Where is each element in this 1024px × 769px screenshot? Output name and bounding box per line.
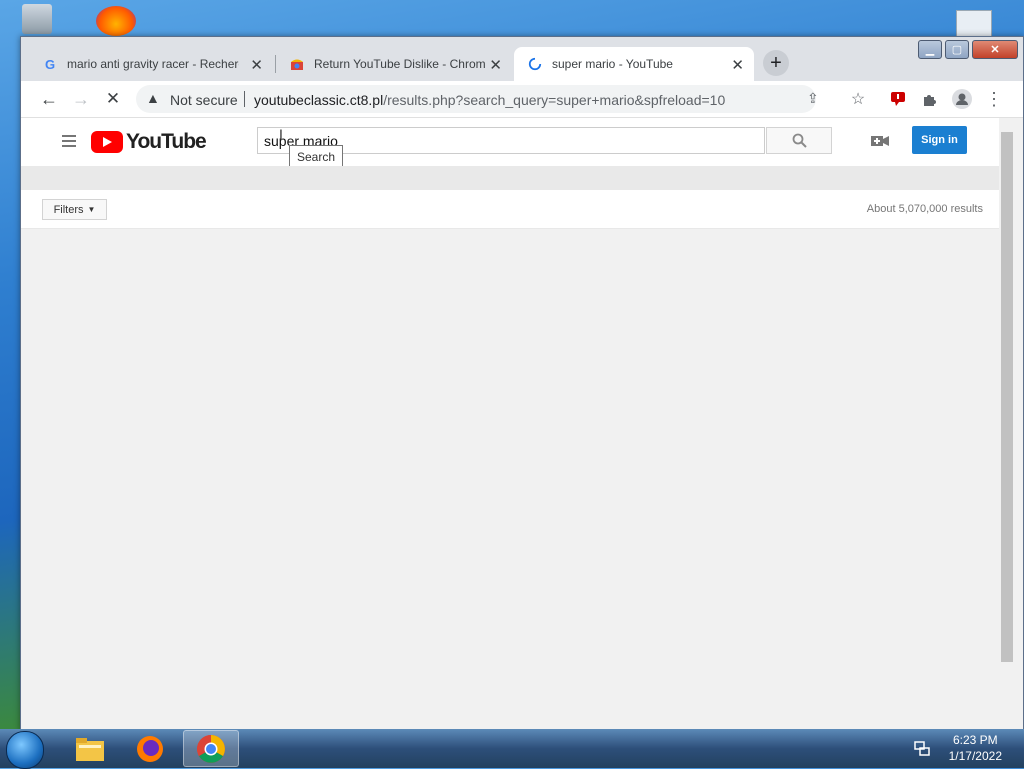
warning-icon[interactable]: ▲ bbox=[146, 90, 160, 106]
maximize-button[interactable]: ▢ bbox=[945, 40, 969, 59]
youtube-page: YouTube super mario I Search Sign in Fil… bbox=[21, 118, 1023, 731]
close-tab-icon[interactable]: ✕ bbox=[731, 56, 744, 74]
guide-menu-icon[interactable] bbox=[62, 135, 76, 147]
filters-button[interactable]: Filters ▼ bbox=[42, 199, 107, 220]
chrome-icon bbox=[197, 734, 225, 763]
more-menu-icon[interactable]: ⋮ bbox=[983, 88, 1005, 110]
bookmark-star-icon[interactable]: ☆ bbox=[847, 88, 869, 110]
chrome-web-store-icon bbox=[290, 57, 304, 71]
windows-taskbar: 6:23 PM 1/17/2022 bbox=[0, 729, 1024, 769]
dislike-extension-icon[interactable] bbox=[887, 88, 909, 110]
firefox-desktop-icon[interactable] bbox=[96, 6, 136, 36]
play-logo-icon bbox=[91, 131, 123, 153]
back-arrow-icon[interactable]: ← bbox=[38, 88, 60, 110]
search-tooltip: Search bbox=[289, 145, 344, 168]
upload-video-icon[interactable] bbox=[870, 133, 890, 152]
taskbar-chrome[interactable] bbox=[183, 730, 239, 767]
url-text[interactable]: youtubeclassic.ct8.pl/results.php?search… bbox=[254, 92, 725, 108]
filter-bar: Filters ▼ About 5,070,000 results bbox=[21, 190, 999, 229]
youtube-logo[interactable]: YouTube bbox=[91, 130, 207, 154]
address-bar[interactable]: ▲ Not secure youtubeclassic.ct8.pl/resul… bbox=[136, 85, 819, 113]
tab-google-search[interactable]: G mario anti gravity racer - Recherche ✕ bbox=[29, 47, 273, 81]
stop-loading-icon[interactable]: ✕ bbox=[102, 88, 124, 110]
minimize-button[interactable]: ▁ bbox=[918, 40, 942, 59]
recycle-bin-icon[interactable] bbox=[22, 4, 52, 34]
scrollbar-thumb[interactable] bbox=[1001, 132, 1013, 662]
dropdown-caret-icon: ▼ bbox=[87, 205, 96, 214]
tab-strip: G mario anti gravity racer - Recherche ✕… bbox=[21, 37, 1023, 81]
search-icon bbox=[792, 133, 807, 148]
folder-icon bbox=[76, 737, 104, 761]
chrome-window: G mario anti gravity racer - Recherche ✕… bbox=[20, 36, 1024, 732]
network-tray-icon[interactable] bbox=[914, 740, 930, 759]
share-icon[interactable]: ⇪ bbox=[807, 90, 819, 107]
close-tab-icon[interactable]: ✕ bbox=[489, 56, 502, 74]
sign-in-button[interactable]: Sign in bbox=[912, 126, 967, 154]
youtube-masthead: YouTube super mario I Search Sign in bbox=[21, 118, 999, 168]
clock-date: 1/17/2022 bbox=[948, 749, 1002, 763]
not-secure-label[interactable]: Not secure bbox=[170, 92, 238, 108]
masthead-strip bbox=[21, 166, 999, 190]
taskbar-explorer[interactable] bbox=[62, 730, 118, 767]
google-g-icon: G bbox=[44, 56, 56, 72]
results-count: About 5,070,000 results bbox=[866, 203, 983, 215]
search-button[interactable] bbox=[766, 127, 832, 154]
tab-youtube[interactable]: super mario - YouTube ✕ bbox=[514, 47, 754, 81]
firefox-icon bbox=[137, 735, 163, 762]
new-tab-button[interactable]: + bbox=[763, 50, 789, 76]
forward-arrow-icon[interactable]: → bbox=[70, 88, 92, 110]
address-divider bbox=[244, 91, 245, 107]
close-tab-icon[interactable]: ✕ bbox=[250, 56, 263, 74]
tab-chrome-web-store[interactable]: Return YouTube Dislike - Chrome Web Stor… bbox=[276, 47, 512, 81]
start-button[interactable] bbox=[6, 731, 44, 769]
browser-toolbar: ← → ✕ ▲ Not secure youtubeclassic.ct8.pl… bbox=[21, 81, 1023, 118]
clock-time: 6:23 PM bbox=[952, 733, 998, 747]
text-cursor-icon: I bbox=[279, 126, 283, 142]
loading-spinner-icon bbox=[528, 57, 542, 71]
system-clock[interactable]: 6:23 PM 1/17/2022 bbox=[949, 732, 1002, 764]
profile-avatar-icon[interactable] bbox=[951, 88, 973, 110]
close-window-button[interactable]: ✕ bbox=[972, 40, 1018, 59]
extensions-puzzle-icon[interactable] bbox=[919, 88, 941, 110]
taskbar-firefox[interactable] bbox=[122, 730, 178, 767]
